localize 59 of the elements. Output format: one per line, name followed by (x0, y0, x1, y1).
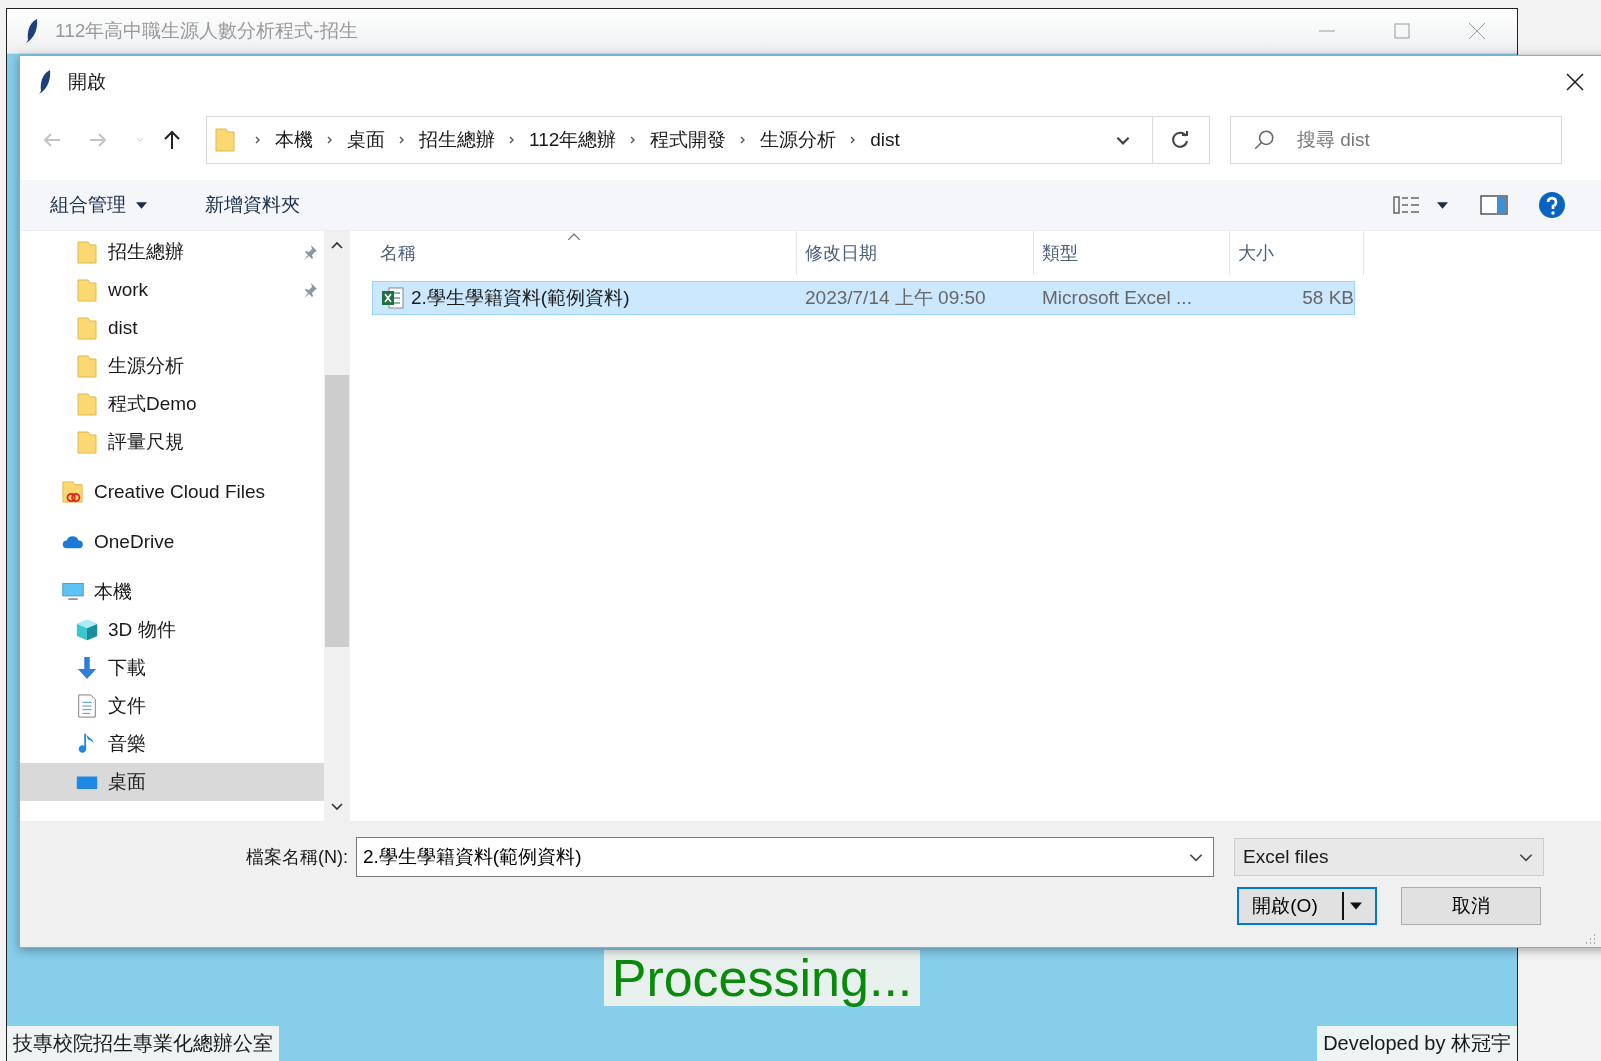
new-folder-button[interactable]: 新增資料夾 (195, 188, 310, 222)
nav-label: 文件 (108, 694, 146, 718)
nav-item[interactable]: work (20, 271, 324, 309)
nav-label: 音樂 (108, 732, 146, 756)
breadcrumb-item[interactable]: 112年總辦 (529, 127, 617, 153)
nav-label: 3D 物件 (108, 618, 176, 642)
nav-item[interactable]: Creative Cloud Files (20, 473, 324, 511)
nav-item[interactable]: 本機 (20, 573, 324, 611)
address-bar[interactable]: 本機 桌面 招生總辦 112年總辦 程式開發 生源分析 dist (206, 116, 1210, 164)
nav-label: Creative Cloud Files (94, 481, 266, 503)
file-name-input[interactable]: 2.學生學籍資料(範例資料) (357, 845, 1179, 869)
column-header[interactable]: 大小 (1230, 231, 1364, 275)
breadcrumb-item[interactable]: 桌面 (347, 127, 385, 153)
column-header[interactable]: 類型 (1034, 231, 1230, 275)
cancel-button[interactable]: 取消 (1401, 887, 1541, 925)
nav-item[interactable]: 音樂 (20, 725, 324, 763)
nav-label: 程式Demo (108, 392, 197, 416)
breadcrumb-item[interactable]: 本機 (275, 127, 313, 153)
organize-button[interactable]: 組合管理 (40, 188, 157, 222)
nav-item[interactable]: 3D 物件 (20, 611, 324, 649)
file-type: Microsoft Excel ... (1041, 287, 1193, 309)
file-type-dropdown[interactable]: Excel files (1234, 838, 1544, 876)
nav-item[interactable]: 桌面 (20, 763, 324, 801)
nav-label: 下載 (108, 656, 146, 680)
nav-item[interactable]: dist (20, 309, 324, 347)
file-name-field[interactable]: 2.學生學籍資料(範例資料) (356, 837, 1214, 877)
file-name-label: 檔案名稱(N): (245, 846, 348, 869)
breadcrumb-item[interactable]: 招生總辦 (419, 127, 495, 153)
nav-label: 本機 (94, 580, 132, 604)
breadcrumb-item[interactable]: dist (870, 129, 900, 151)
column-header[interactable]: 修改日期 (797, 231, 1034, 275)
footer-label: Developed by 林冠宇 (1317, 1026, 1517, 1061)
open-button[interactable]: 開啟(O) (1237, 887, 1377, 925)
nav-item[interactable]: 程式Demo (20, 385, 324, 423)
breadcrumb-item[interactable]: 程式開發 (650, 127, 727, 153)
dialog-title: 開啟 (68, 70, 106, 94)
nav-item[interactable]: 評量尺規 (20, 423, 324, 461)
file-row[interactable]: 2.學生學籍資料(範例資料) 2023/7/14 上午 09:50 Microsoft Excel ... 58 KB (372, 281, 1355, 315)
nav-label: 桌面 (108, 770, 146, 794)
breadcrumb-item[interactable]: 生源分析 (760, 127, 837, 153)
footer-label: 技專校院招生專業化總辦公室 (7, 1026, 279, 1061)
nav-item[interactable]: OneDrive (20, 523, 324, 561)
nav-label: work (108, 279, 149, 301)
file-name: 2.學生學籍資料(範例資料) (411, 286, 630, 310)
nav-label: 招生總辦 (108, 240, 184, 264)
nav-item[interactable]: 招生總辦 (20, 233, 324, 271)
search-box[interactable]: 搜尋 dist (1230, 116, 1562, 164)
nav-label: OneDrive (94, 531, 175, 553)
column-header[interactable]: 名稱 (372, 231, 797, 275)
window-title: 112年高中職生源人數分析程式-招生 (55, 19, 358, 43)
file-date: 2023/7/14 上午 09:50 (804, 286, 987, 310)
nav-label: 生源分析 (108, 354, 184, 378)
nav-item[interactable]: 下載 (20, 649, 324, 687)
nav-item[interactable]: 生源分析 (20, 347, 324, 385)
nav-label: 評量尺規 (108, 430, 184, 454)
nav-label: dist (108, 317, 138, 339)
file-size: 58 KB (1301, 287, 1354, 309)
nav-item[interactable]: 文件 (20, 687, 324, 725)
status-text: Processing... (603, 950, 921, 1006)
